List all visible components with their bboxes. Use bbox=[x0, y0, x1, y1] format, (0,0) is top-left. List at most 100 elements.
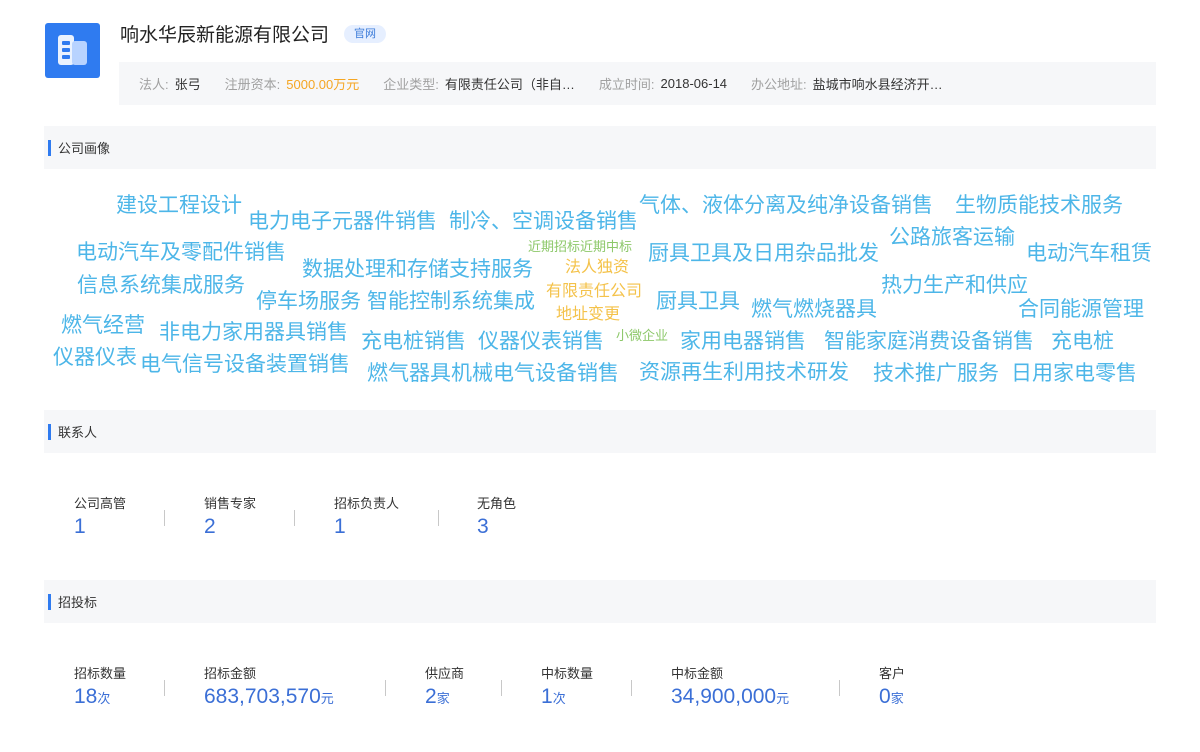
contact-stat-bid-managers[interactable]: 招标负责人 1 bbox=[334, 493, 399, 537]
tag: 厨具卫具及日用杂品批发 bbox=[648, 242, 879, 265]
stat-label: 供应商 bbox=[425, 666, 465, 681]
capital-value: 5000.00万元 bbox=[286, 77, 360, 92]
bid-stat-win-amount[interactable]: 中标金额 34,900,000元 bbox=[671, 663, 789, 707]
tag: 停车场服务 bbox=[256, 290, 361, 313]
stat-number: 18 bbox=[74, 685, 98, 708]
tag: 仪器仪表 bbox=[53, 346, 137, 369]
founded-label: 成立时间: bbox=[598, 77, 655, 92]
tag: 电动汽车及零配件销售 bbox=[76, 241, 286, 264]
type-value: 有限责任公司（非自… bbox=[444, 77, 575, 92]
tag: 电力电子元器件销售 bbox=[248, 210, 437, 233]
tag: 资源再生利用技术研发 bbox=[639, 361, 849, 384]
tag: 有限责任公司 bbox=[546, 283, 643, 300]
tag: 非电力家用器具销售 bbox=[159, 321, 348, 344]
tag: 技术推广服务 bbox=[873, 362, 999, 385]
stat-number: 683,703,570 bbox=[204, 685, 321, 708]
legal-rep-label: 法人: bbox=[139, 77, 169, 92]
stat-value: 1 bbox=[334, 515, 346, 538]
stat-number: 2 bbox=[425, 685, 437, 708]
stat-value: 3 bbox=[477, 515, 489, 538]
legal-rep-value[interactable]: 张弓 bbox=[175, 74, 201, 93]
tag-cloud: 建设工程设计 电力电子元器件销售 制冷、空调设备销售 气体、液体分离及纯净设备销… bbox=[0, 0, 1200, 752]
stat-divider bbox=[839, 680, 840, 696]
address-label: 办公地址: bbox=[751, 77, 807, 92]
bid-stat-count[interactable]: 招标数量 18次 bbox=[74, 663, 126, 707]
stat-divider bbox=[164, 510, 165, 526]
tag: 智能家庭消费设备销售 bbox=[824, 330, 1034, 353]
section-title-contacts: 联系人 bbox=[58, 425, 98, 440]
stat-value: 18次 bbox=[74, 686, 126, 707]
company-type: 企业类型: 有限责任公司（非自… bbox=[383, 74, 575, 93]
tag: 热力生产和供应 bbox=[881, 274, 1028, 297]
tag: 数据处理和存储支持服务 bbox=[302, 258, 533, 281]
registered-capital: 注册资本: 5000.00万元 bbox=[225, 74, 360, 93]
section-title-bidding: 招投标 bbox=[58, 595, 98, 610]
official-site-link[interactable]: 官网 bbox=[344, 25, 386, 43]
stat-divider bbox=[501, 680, 502, 696]
office-address: 办公地址: 盐城市响水县经济开… bbox=[751, 74, 943, 93]
contact-stat-executives[interactable]: 公司高管 1 bbox=[74, 493, 126, 537]
building-icon bbox=[58, 35, 87, 65]
tag: 厨具卫具 bbox=[656, 290, 740, 313]
stat-label: 无角色 bbox=[477, 496, 517, 511]
capital-label: 注册资本: bbox=[224, 77, 281, 92]
type-label: 企业类型: bbox=[383, 77, 439, 92]
stat-label: 中标数量 bbox=[541, 666, 594, 681]
stat-unit: 元 bbox=[776, 691, 790, 706]
section-header-contacts: 联系人 bbox=[44, 410, 1156, 453]
bid-stat-customers[interactable]: 客户 0家 bbox=[879, 663, 905, 707]
section-title-profile: 公司画像 bbox=[58, 141, 111, 156]
stat-value: 34,900,000元 bbox=[671, 686, 789, 707]
company-logo bbox=[45, 23, 100, 78]
section-marker bbox=[48, 593, 51, 610]
contact-stat-no-role[interactable]: 无角色 3 bbox=[477, 493, 516, 537]
stat-unit: 次 bbox=[97, 691, 111, 706]
stat-unit: 家 bbox=[890, 691, 904, 706]
stat-divider bbox=[438, 510, 439, 526]
company-profile-page: 响水华辰新能源有限公司 官网 法人: 张弓 注册资本: 5000.00万元 企业… bbox=[0, 0, 1200, 752]
tag: 法人独资 bbox=[565, 259, 630, 276]
stat-label: 公司高管 bbox=[74, 496, 127, 511]
section-header-profile: 公司画像 bbox=[44, 126, 1156, 169]
tag: 燃气燃烧器具 bbox=[751, 298, 877, 321]
bid-stat-suppliers[interactable]: 供应商 2家 bbox=[425, 663, 464, 707]
tag: 地址变更 bbox=[556, 306, 621, 323]
stat-label: 招标金额 bbox=[204, 666, 257, 681]
stat-unit: 元 bbox=[320, 691, 334, 706]
tag: 生物质能技术服务 bbox=[955, 194, 1123, 217]
founded-date: 成立时间: 2018-06-14 bbox=[599, 74, 727, 93]
tag: 家用电器销售 bbox=[680, 330, 806, 353]
tag: 电气信号设备装置销售 bbox=[140, 353, 350, 376]
stat-value: 1 bbox=[74, 515, 86, 538]
stat-number: 0 bbox=[879, 685, 891, 708]
stat-value: 683,703,570元 bbox=[204, 686, 334, 707]
stat-value: 0家 bbox=[879, 686, 905, 707]
tag: 燃气经营 bbox=[61, 314, 145, 337]
tag: 公路旅客运输 bbox=[889, 226, 1015, 249]
tag: 信息系统集成服务 bbox=[77, 274, 245, 297]
tag: 仪器仪表销售 bbox=[478, 330, 604, 353]
section-header-bidding: 招投标 bbox=[44, 580, 1156, 623]
stat-label: 招标负责人 bbox=[334, 496, 400, 511]
tag: 近期招标近期中标 bbox=[528, 239, 633, 254]
stat-label: 中标金额 bbox=[671, 666, 724, 681]
stat-divider bbox=[631, 680, 632, 696]
tag: 燃气器具机械电气设备销售 bbox=[367, 362, 619, 385]
section-marker bbox=[48, 423, 51, 440]
bid-stat-wins[interactable]: 中标数量 1次 bbox=[541, 663, 593, 707]
stat-unit: 次 bbox=[552, 691, 566, 706]
address-value: 盐城市响水县经济开… bbox=[812, 77, 943, 92]
tag: 电动汽车租赁 bbox=[1026, 242, 1152, 265]
stat-value: 1次 bbox=[541, 686, 593, 707]
tag: 建设工程设计 bbox=[116, 194, 242, 217]
bid-stat-amount[interactable]: 招标金额 683,703,570元 bbox=[204, 663, 334, 707]
contact-stat-sales-experts[interactable]: 销售专家 2 bbox=[204, 493, 256, 537]
tag: 制冷、空调设备销售 bbox=[449, 210, 638, 233]
stat-value: 2家 bbox=[425, 686, 464, 707]
founded-value: 2018-06-14 bbox=[660, 76, 728, 91]
section-marker bbox=[48, 139, 51, 156]
stat-label: 客户 bbox=[879, 666, 906, 681]
stat-divider bbox=[385, 680, 386, 696]
company-info-bar: 法人: 张弓 注册资本: 5000.00万元 企业类型: 有限责任公司（非自… … bbox=[119, 62, 1156, 105]
stat-number: 34,900,000 bbox=[671, 685, 777, 708]
